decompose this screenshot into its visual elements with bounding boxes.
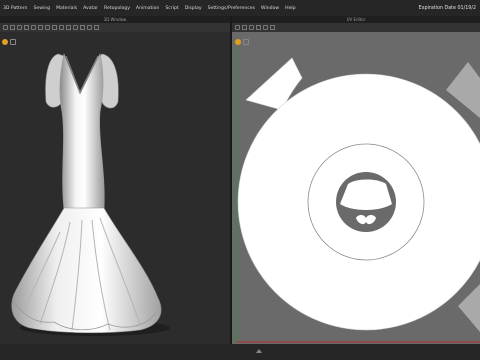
toolbar-3d — [0, 23, 230, 32]
layer-tool-icon[interactable] — [52, 25, 57, 30]
skirt[interactable] — [11, 207, 162, 334]
uv-canvas[interactable] — [232, 32, 480, 344]
menu-avatar[interactable]: Avatar — [80, 6, 101, 11]
uv-scale-tool-icon[interactable] — [256, 25, 261, 30]
viewport-3d[interactable] — [0, 32, 230, 344]
menu-3d-pattern[interactable]: 3D Pattern — [0, 6, 30, 11]
menu-sewing[interactable]: Sewing — [30, 6, 53, 11]
menu-display[interactable]: Display — [182, 6, 205, 11]
window-title-uv: UV Editor — [232, 16, 480, 23]
menu-bar: 3D Pattern Sewing Materials Avatar Retop… — [0, 0, 480, 16]
window-title-3d-label: 3D Window — [103, 17, 127, 22]
viewport-uv[interactable] — [232, 32, 480, 344]
uv-move-tool-icon[interactable] — [242, 25, 247, 30]
menu-retopology[interactable]: Retopology — [101, 6, 133, 11]
menu-animation[interactable]: Animation — [133, 6, 162, 11]
move-tool-icon[interactable] — [10, 25, 15, 30]
garment-mermaid-dress[interactable] — [0, 32, 230, 344]
fold-tool-icon[interactable] — [24, 25, 29, 30]
toolbar-uv — [232, 23, 480, 32]
bodice[interactable] — [59, 52, 105, 211]
menu-window[interactable]: Window — [258, 6, 282, 11]
menu-help[interactable]: Help — [282, 6, 298, 11]
render-tool-icon[interactable] — [94, 25, 99, 30]
measure-tool-icon[interactable] — [31, 25, 36, 30]
pin-tool-icon[interactable] — [17, 25, 22, 30]
grid-tool-icon[interactable] — [66, 25, 71, 30]
menu-script[interactable]: Script — [162, 6, 181, 11]
uv-rotate-tool-icon[interactable] — [249, 25, 254, 30]
expand-panel-icon[interactable] — [256, 349, 262, 353]
status-bar — [0, 344, 480, 360]
menu-materials[interactable]: Materials — [53, 6, 80, 11]
light-tool-icon[interactable] — [80, 25, 85, 30]
select-tool-icon[interactable] — [3, 25, 8, 30]
uv-select-tool-icon[interactable] — [235, 25, 240, 30]
window-title-uv-label: UV Editor — [346, 17, 366, 22]
window-title-3d: 3D Window — [0, 16, 230, 23]
uv-unwrap-tool-icon[interactable] — [263, 25, 268, 30]
brush-tool-icon[interactable] — [45, 25, 50, 30]
expiration-date: Expiration Date 01/19/2 — [418, 5, 476, 11]
tape-tool-icon[interactable] — [38, 25, 43, 30]
camera-tool-icon[interactable] — [87, 25, 92, 30]
snap-tool-icon[interactable] — [73, 25, 78, 30]
uv-island-right-bottom[interactable] — [458, 284, 480, 332]
uv-pack-tool-icon[interactable] — [270, 25, 275, 30]
marker-tool-icon[interactable] — [59, 25, 64, 30]
menu-settings-preferences[interactable]: Settings/Preferences — [205, 6, 258, 11]
